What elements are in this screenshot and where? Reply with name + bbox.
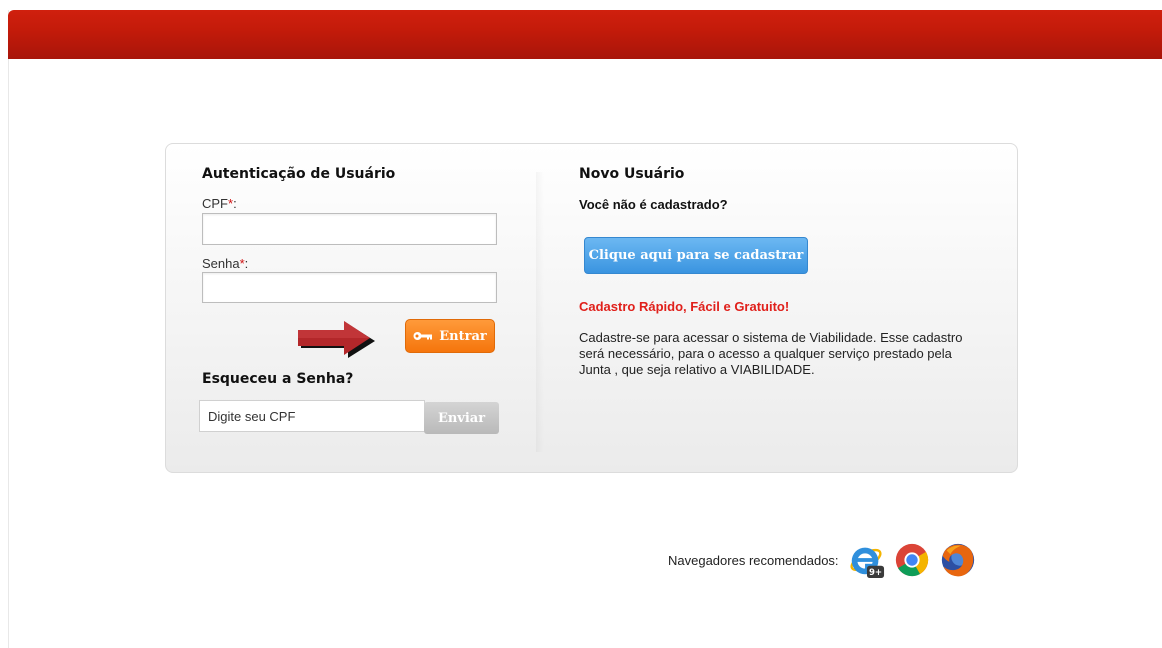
- entrar-button[interactable]: Entrar: [405, 319, 495, 353]
- enviar-button[interactable]: Enviar: [424, 402, 499, 434]
- panel-divider: [536, 172, 544, 452]
- entrar-label: Entrar: [439, 328, 487, 344]
- firefox-icon[interactable]: [939, 541, 977, 579]
- ie-version-badge: 9+: [869, 568, 882, 578]
- internet-explorer-icon[interactable]: 9+: [847, 541, 885, 579]
- browsers-label: Navegadores recomendados:: [668, 552, 839, 568]
- recover-cpf-input[interactable]: Digite seu CPF: [199, 400, 425, 432]
- register-question: Você não é cadastrado?: [579, 197, 728, 212]
- register-button[interactable]: Clique aqui para se cadastrar: [584, 237, 808, 274]
- cpf-label: CPF*:: [202, 196, 237, 211]
- cpf-label-colon: :: [233, 196, 237, 211]
- senha-label: Senha*:: [202, 256, 248, 271]
- register-description: Cadastre-se para acessar o sistema de Vi…: [579, 330, 963, 377]
- senha-label-colon: :: [244, 256, 249, 271]
- key-icon: [413, 332, 433, 340]
- recommended-browsers: Navegadores recomendados: 9+: [668, 538, 985, 582]
- chrome-icon[interactable]: [893, 541, 931, 579]
- cpf-label-text: CPF: [202, 196, 228, 211]
- login-title: Autenticação de Usuário: [202, 166, 396, 182]
- header-bar: [8, 10, 1162, 59]
- new-user-title: Novo Usuário: [579, 166, 685, 182]
- pointer-arrow-icon: [298, 321, 375, 358]
- cpf-input[interactable]: [202, 213, 497, 245]
- register-promo: Cadastro Rápido, Fácil e Gratuito!: [579, 299, 790, 314]
- login-panel: Autenticação de Usuário CPF*: Senha*: En…: [165, 143, 1018, 473]
- recover-title: Esqueceu a Senha?: [202, 371, 354, 387]
- senha-label-text: Senha: [202, 256, 240, 271]
- senha-input[interactable]: [202, 272, 497, 303]
